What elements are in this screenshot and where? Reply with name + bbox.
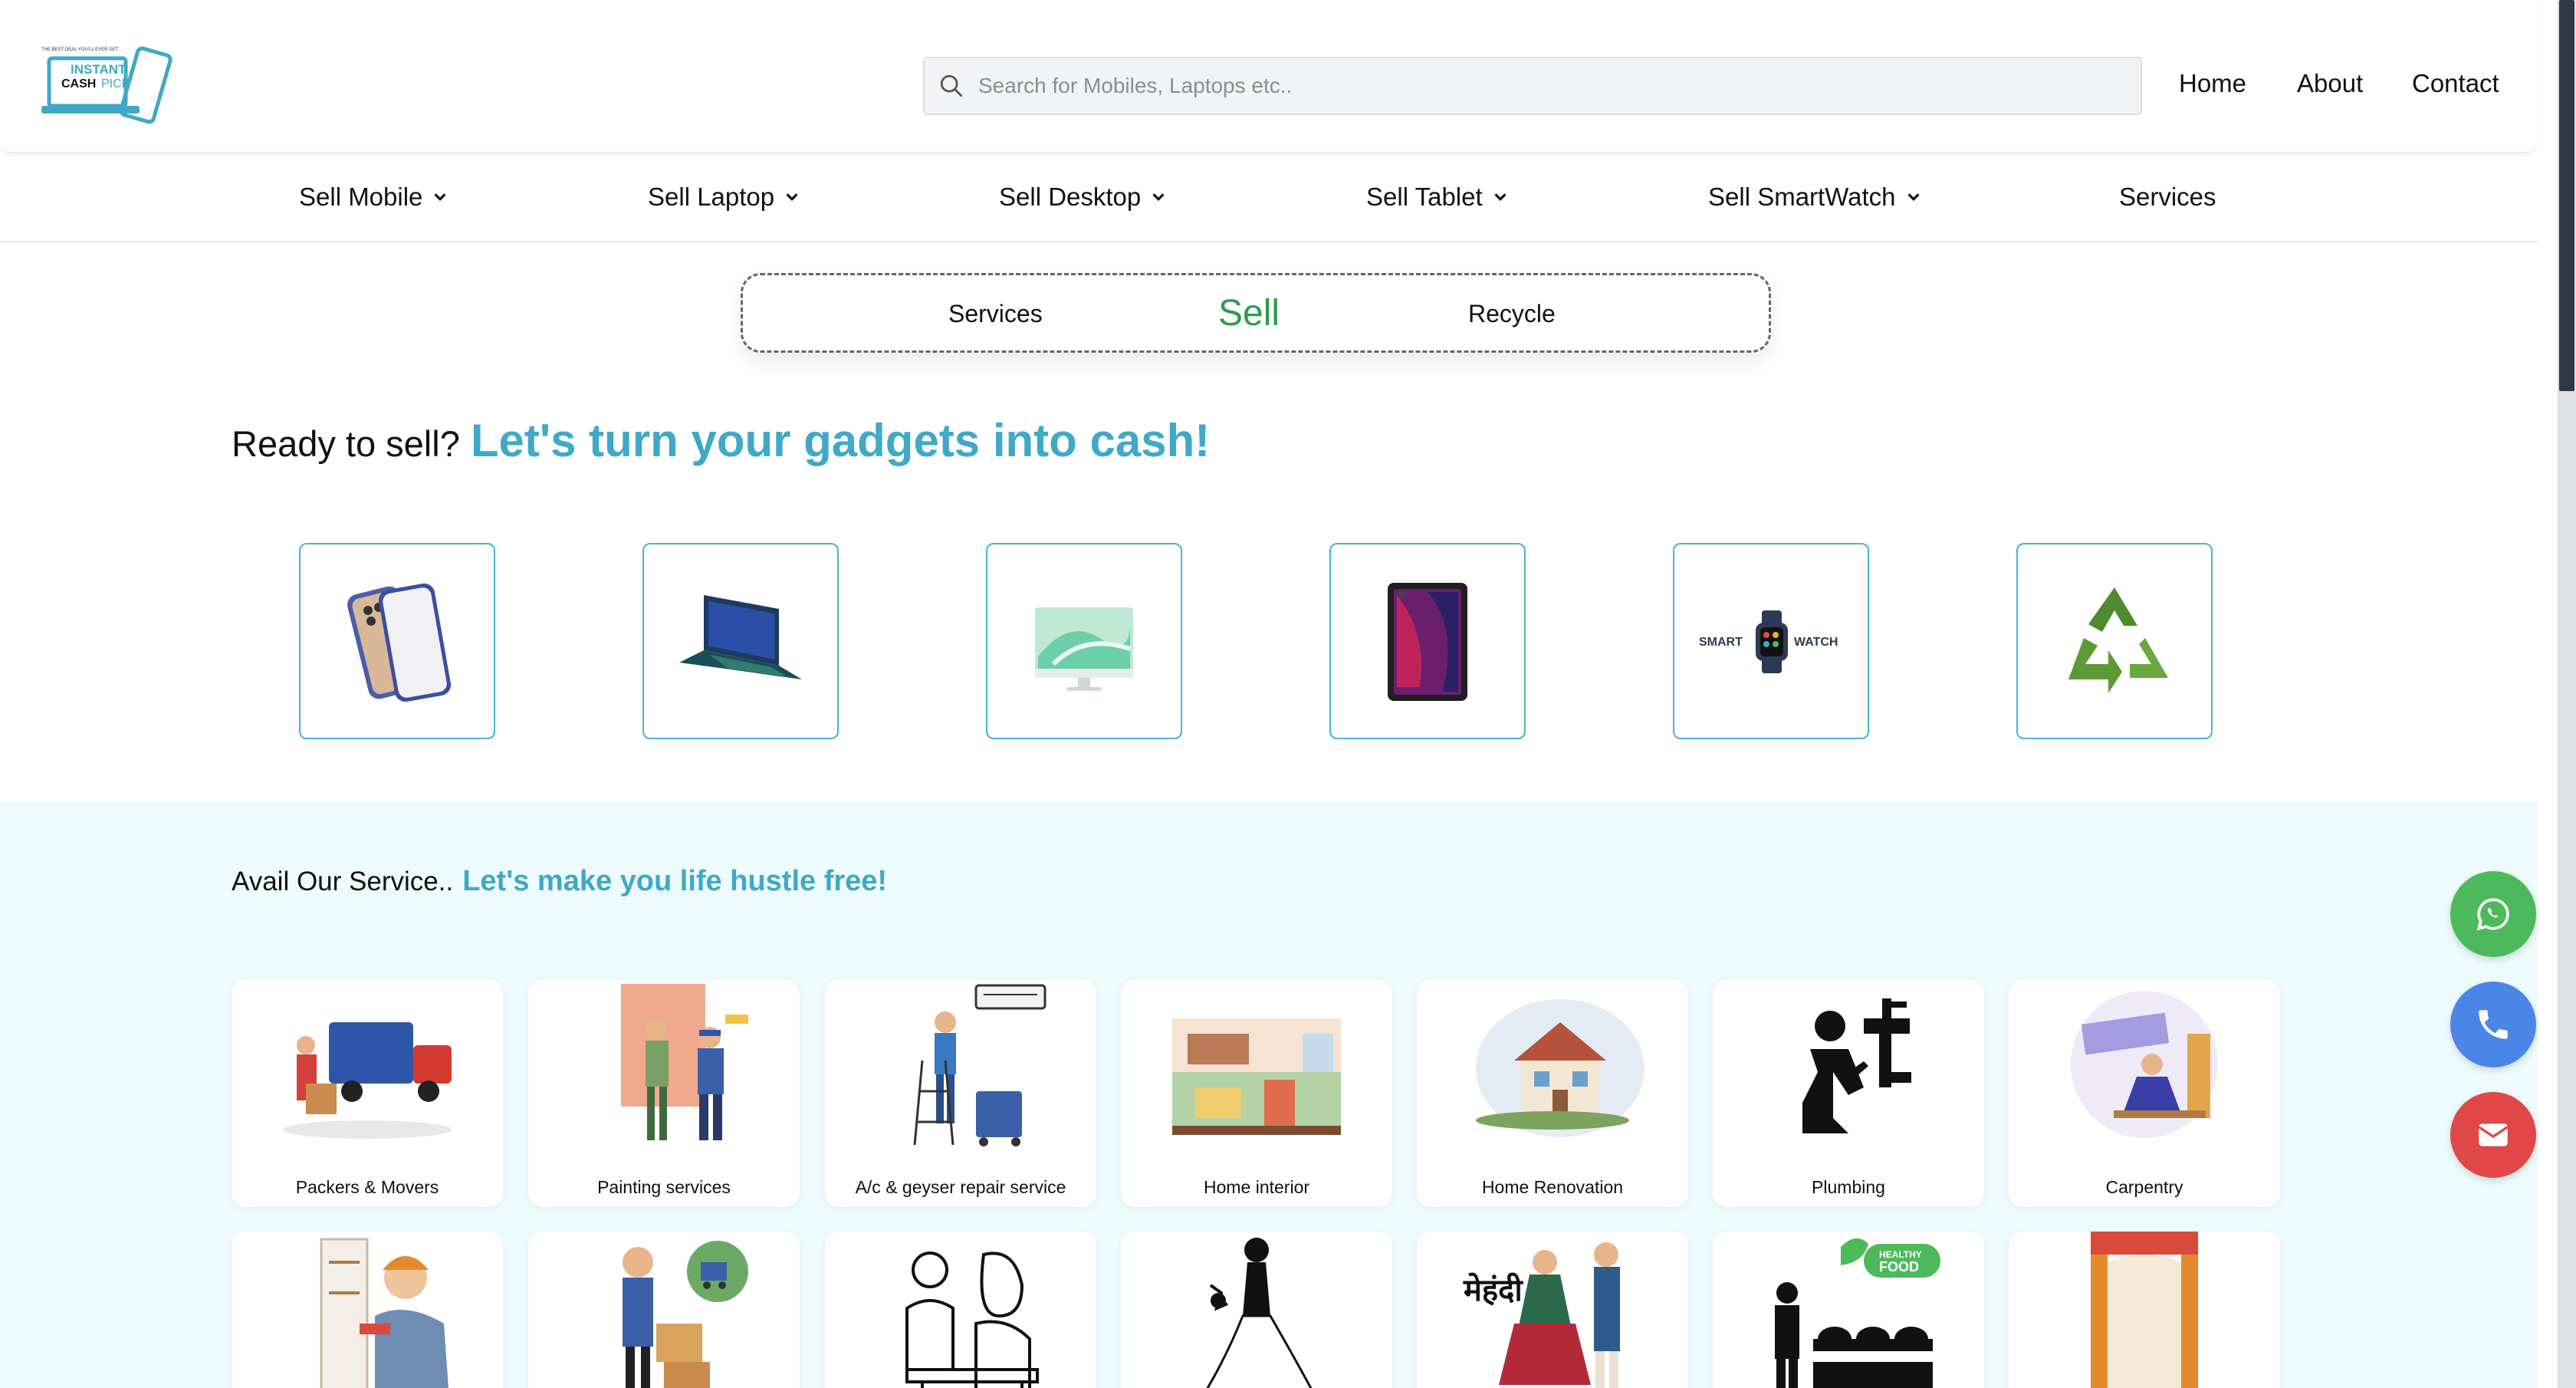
nav-home-link[interactable]: Home [2179, 69, 2246, 98]
services-heading: Avail Our Service.. Let's make you life … [232, 865, 887, 898]
service-card-painting[interactable]: Painting services [528, 980, 800, 1207]
search-icon [940, 74, 963, 97]
category-label: Sell Mobile [299, 183, 423, 211]
category-label: Sell Desktop [999, 183, 1142, 211]
service-card-electrician[interactable] [232, 1232, 503, 1388]
device-tile-tablet[interactable] [1329, 543, 1526, 739]
logo-tagline: THE BEST DEAL YOU'LL EVER GET [41, 48, 119, 52]
service-card-carpentry[interactable]: Carpentry [2009, 980, 2280, 1207]
service-label: A/c & geyser repair service [855, 1177, 1066, 1197]
email-icon [2478, 1123, 2509, 1146]
category-sell-desktop[interactable]: Sell Desktop [999, 183, 1167, 212]
watch-text: WATCH [1794, 636, 1838, 649]
chevron-down-icon [1907, 193, 1920, 202]
nav-contact-link[interactable]: Contact [2412, 69, 2499, 98]
laptop-icon [679, 595, 802, 679]
home-interior-illustration [1121, 980, 1392, 1156]
chevron-down-icon [1494, 193, 1506, 202]
salon-illustration [825, 1232, 1096, 1388]
category-services[interactable]: Services [2119, 183, 2216, 212]
hero-heading: Ready to sell? Let's turn your gadgets i… [232, 414, 1210, 467]
service-label: Painting services [597, 1177, 731, 1197]
tablet-icon [1388, 583, 1467, 701]
service-card-home-renovation[interactable]: Home Renovation [1417, 980, 1688, 1207]
bridal-illustration [1121, 1232, 1392, 1388]
category-label: Sell Tablet [1366, 183, 1483, 211]
logo-line3: PICK [101, 77, 130, 90]
service-card-plumbing[interactable]: Plumbing [1713, 980, 1984, 1207]
carpentry-illustration [2009, 980, 2280, 1156]
painting-illustration [528, 980, 800, 1156]
scrollbar-thumb[interactable] [2559, 0, 2574, 391]
whatsapp-icon [2476, 898, 2509, 931]
service-card-delivery[interactable] [528, 1232, 800, 1388]
desktop-icon [1035, 607, 1133, 691]
service-label: Carpentry [2105, 1177, 2183, 1197]
mode-toggle: Services Sell Recycle [741, 273, 1771, 353]
device-tile-recycle[interactable] [2016, 543, 2213, 739]
plumbing-illustration [1713, 980, 1984, 1156]
service-card-mehndi[interactable]: मेहंदी [1417, 1232, 1688, 1388]
service-label: Packers & Movers [295, 1177, 439, 1197]
chevron-down-icon [1152, 193, 1165, 202]
category-label: Services [2119, 183, 2216, 211]
category-sell-laptop[interactable]: Sell Laptop [648, 183, 800, 212]
logo-line1: INSTANT [71, 62, 127, 77]
logo-line2: CASH [61, 77, 96, 90]
decoration-illustration [2009, 1232, 2280, 1388]
category-sell-smartwatch[interactable]: Sell SmartWatch [1708, 183, 1922, 212]
toggle-services[interactable]: Services [948, 300, 1043, 328]
search-bar[interactable] [923, 57, 2142, 115]
service-card-home-interior[interactable]: Home interior [1121, 980, 1392, 1207]
smartwatch-icon: SMART WATCH [1699, 610, 1838, 673]
services-prefix: Avail Our Service.. [232, 867, 454, 896]
ac-repair-illustration [825, 980, 1096, 1156]
home-renovation-illustration [1417, 980, 1688, 1156]
mehndi-illustration: मेहंदी [1417, 1232, 1688, 1388]
service-label: Plumbing [1812, 1177, 1885, 1197]
service-card-catering[interactable]: HEALTHY FOOD [1713, 1232, 1984, 1388]
chevron-down-icon [434, 193, 446, 202]
mobile-phone-icon [347, 583, 452, 702]
device-tile-desktop[interactable] [986, 543, 1182, 739]
device-tile-mobile[interactable] [299, 543, 495, 739]
service-card-bridal[interactable] [1121, 1232, 1392, 1388]
email-button[interactable] [2450, 1092, 2536, 1178]
delivery-illustration [528, 1232, 800, 1388]
food-badge-line1: HEALTHY [1879, 1249, 1922, 1260]
category-sell-mobile[interactable]: Sell Mobile [299, 183, 449, 212]
smart-text: SMART [1699, 636, 1743, 649]
chevron-down-icon [786, 193, 798, 202]
phone-icon [2479, 1010, 2508, 1039]
search-input[interactable] [978, 74, 2052, 98]
electrician-illustration [232, 1232, 503, 1388]
site-header: THE BEST DEAL YOU'LL EVER GET INSTANT CA… [0, 0, 2538, 153]
category-sell-tablet[interactable]: Sell Tablet [1366, 183, 1509, 212]
service-card-decoration[interactable] [2009, 1232, 2280, 1388]
food-badge-line2: FOOD [1879, 1259, 1919, 1275]
category-label: Sell Laptop [648, 183, 775, 211]
catering-illustration: HEALTHY FOOD [1713, 1232, 1984, 1388]
nav-about-link[interactable]: About [2297, 69, 2363, 98]
packers-movers-illustration [232, 980, 503, 1156]
toggle-sell[interactable]: Sell [1218, 292, 1280, 334]
device-tile-laptop[interactable] [642, 543, 839, 739]
call-button[interactable] [2450, 982, 2536, 1067]
hero-prefix: Ready to sell? [232, 423, 460, 464]
service-card-ac-geyser[interactable]: A/c & geyser repair service [825, 980, 1096, 1207]
category-label: Sell SmartWatch [1708, 183, 1896, 211]
mehndi-text: मेहंदी [1463, 1272, 1523, 1308]
device-tile-smartwatch[interactable]: SMART WATCH [1673, 543, 1869, 739]
service-label: Home interior [1203, 1177, 1310, 1197]
whatsapp-button[interactable] [2450, 871, 2536, 957]
site-logo[interactable]: THE BEST DEAL YOU'LL EVER GET INSTANT CA… [40, 43, 173, 129]
toggle-recycle[interactable]: Recycle [1468, 300, 1556, 328]
hero-highlight: Let's turn your gadgets into cash! [470, 415, 1211, 466]
service-card-packers-movers[interactable]: Packers & Movers [232, 980, 503, 1207]
recycle-icon [2068, 587, 2168, 693]
service-card-salon[interactable] [825, 1232, 1096, 1388]
service-label: Home Renovation [1481, 1177, 1624, 1197]
services-highlight: Let's make you life hustle free! [462, 865, 888, 897]
